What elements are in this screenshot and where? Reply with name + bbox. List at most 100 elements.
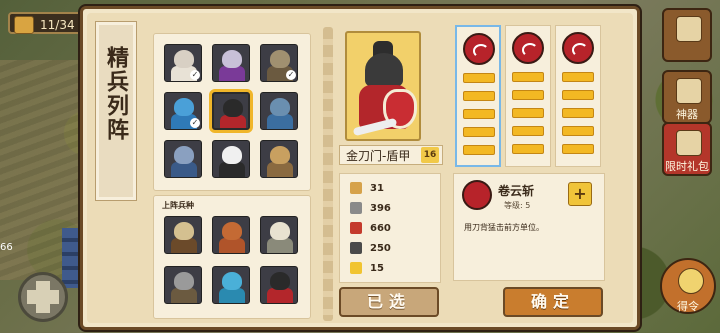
skill-detail-icon xyxy=(462,180,492,210)
unit-head xyxy=(270,272,290,290)
skill-slot-bar xyxy=(463,145,495,155)
panel-divider xyxy=(323,27,333,321)
skill-slot-bar xyxy=(463,73,495,83)
skill-detail: 卷云斩 等级: 5 + 用刀背猛击前方单位。 xyxy=(453,173,605,281)
command-label: 得令 xyxy=(677,300,699,313)
skill-slot-bar xyxy=(512,126,544,136)
hero-level-badge: 16 xyxy=(421,147,439,163)
roster-slot[interactable] xyxy=(164,140,202,178)
selected-button[interactable]: 已选 xyxy=(339,287,439,317)
skill-slot-bar xyxy=(463,109,495,119)
dpad-button[interactable] xyxy=(18,272,68,322)
formation-panel: 精兵列阵 ✓ ✓ ✓ 上阵兵种 金刀门-盾甲 16 31 396 660 250 15 xyxy=(80,6,640,330)
scroll-icon xyxy=(676,16,702,42)
skill-icon-3 xyxy=(562,32,594,64)
stat-defense: 396 xyxy=(350,200,391,218)
gift-label: 限时礼包 xyxy=(665,160,709,173)
roster-slot[interactable] xyxy=(212,140,250,178)
unit-body xyxy=(171,288,197,303)
menu-button-1[interactable] xyxy=(662,8,712,62)
limited-gift-button[interactable]: 限时礼包 xyxy=(662,122,712,176)
stat-health: 660 xyxy=(350,220,391,238)
attack-icon xyxy=(350,182,362,194)
unit-head xyxy=(174,98,194,116)
unit-body xyxy=(220,115,246,128)
deployed-label: 上阵兵种 xyxy=(162,201,194,210)
unit-head xyxy=(174,146,194,164)
roster-slot[interactable] xyxy=(212,44,250,82)
unit-body xyxy=(219,66,245,81)
skill-upgrade-button[interactable]: + xyxy=(568,182,592,206)
confirm-button[interactable]: 确定 xyxy=(503,287,603,317)
stat-speed: 15 xyxy=(350,260,384,278)
roster-slot[interactable] xyxy=(260,92,298,130)
unit-head xyxy=(222,146,242,164)
unit-head xyxy=(222,50,242,68)
health-value: 660 xyxy=(370,223,391,234)
stats-box: 31 396 660 250 15 xyxy=(339,173,441,283)
book-icon xyxy=(676,78,702,104)
paw-icon xyxy=(678,268,704,294)
skill-icon-1 xyxy=(463,33,495,65)
stat-attack: 31 xyxy=(350,180,384,198)
deployed-units-grid: 上阵兵种 xyxy=(153,195,311,319)
unit-body xyxy=(267,238,293,253)
unit-roster-grid: ✓ ✓ ✓ xyxy=(153,33,311,191)
roster-slot[interactable] xyxy=(212,92,250,130)
defense-icon xyxy=(350,202,362,214)
unit-head xyxy=(174,50,194,68)
roster-slot[interactable]: ✓ xyxy=(164,44,202,82)
panel-inner: 精兵列阵 ✓ ✓ ✓ 上阵兵种 金刀门-盾甲 16 31 396 660 250 15 xyxy=(87,13,633,323)
counter-text: 11/34 xyxy=(40,18,75,32)
unit-body xyxy=(267,114,293,129)
skill-level: 等级: 5 xyxy=(504,201,531,210)
unit-body xyxy=(219,288,245,303)
title-banner: 精兵列阵 xyxy=(95,21,137,201)
hero-portrait xyxy=(345,31,421,141)
unit-body xyxy=(267,162,293,177)
roster-slot[interactable]: ✓ xyxy=(164,92,202,130)
skill-slot-bar xyxy=(562,90,594,100)
unit-head xyxy=(222,272,242,290)
gift-icon xyxy=(676,130,702,156)
helmet xyxy=(365,53,403,87)
artifact-button[interactable]: 神器 xyxy=(662,70,712,124)
command-button[interactable]: 得令 xyxy=(660,258,716,314)
skill-slot-bar xyxy=(562,144,594,154)
skill-description: 用刀背猛击前方单位。 xyxy=(464,223,544,232)
skill-column-2[interactable] xyxy=(505,25,551,167)
armor-value: 250 xyxy=(370,243,391,254)
stat-armor: 250 xyxy=(350,240,391,258)
roster-slot[interactable]: ✓ xyxy=(260,44,298,82)
unit-body xyxy=(219,238,245,253)
deployed-slot[interactable] xyxy=(212,216,250,254)
skill-column-1[interactable] xyxy=(455,25,501,167)
unit-body xyxy=(171,162,197,177)
skill-slot-bar xyxy=(512,108,544,118)
unit-body xyxy=(171,238,197,253)
skill-slot-bar xyxy=(463,91,495,101)
skill-slot-bar xyxy=(512,90,544,100)
speed-value: 15 xyxy=(370,263,384,274)
skill-name: 卷云斩 xyxy=(498,184,535,198)
check-icon: ✓ xyxy=(286,70,296,80)
unit-head xyxy=(174,272,194,290)
unit-head xyxy=(222,222,242,240)
skill-slot-bar xyxy=(512,72,544,82)
flag-icon xyxy=(14,16,34,34)
check-icon: ✓ xyxy=(190,118,200,128)
attack-value: 31 xyxy=(370,183,384,194)
skill-column-3[interactable] xyxy=(555,25,601,167)
deployed-slot[interactable] xyxy=(260,266,298,304)
unit-head xyxy=(270,146,290,164)
deployed-slot[interactable] xyxy=(212,266,250,304)
skill-icon-2 xyxy=(512,32,544,64)
deployed-slot[interactable] xyxy=(164,216,202,254)
unit-head xyxy=(270,50,290,68)
skill-slot-bar xyxy=(562,126,594,136)
roster-slot[interactable] xyxy=(260,140,298,178)
health-icon xyxy=(350,222,362,234)
speed-icon xyxy=(350,262,362,274)
deployed-slot[interactable] xyxy=(164,266,202,304)
deployed-slot[interactable] xyxy=(260,216,298,254)
